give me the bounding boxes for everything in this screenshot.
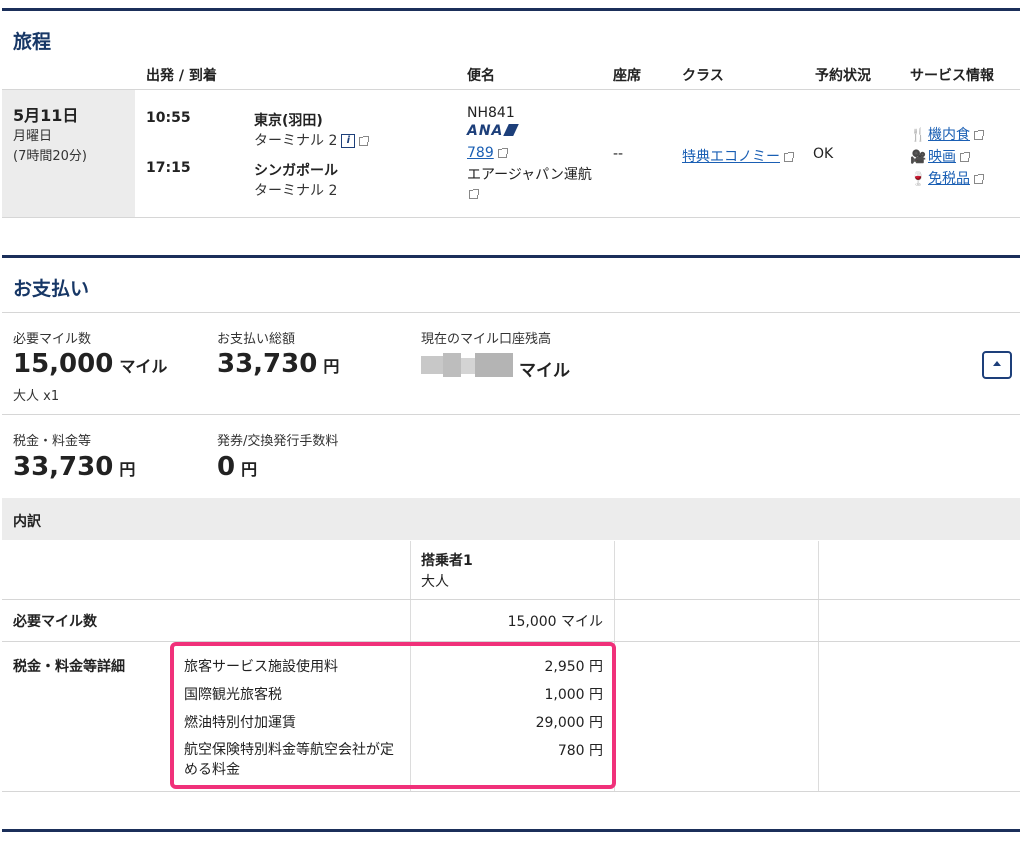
- dutyfree-link[interactable]: 免税品: [928, 171, 970, 187]
- yen-unit: 円: [323, 357, 340, 376]
- required-miles-label: 必要マイル数: [13, 332, 92, 347]
- tax-detail-label: 税金・料金等詳細: [13, 659, 125, 675]
- flight-date: 5月11日: [13, 106, 79, 125]
- payment-title: お支払い: [13, 278, 90, 300]
- arrive-time: 17:15: [146, 160, 191, 176]
- header-status: 予約状況: [815, 68, 871, 84]
- fee-label: 発券/交換発行手数料: [217, 434, 339, 449]
- aircraft-link[interactable]: 789: [467, 145, 494, 161]
- ana-logo: ANA: [467, 123, 520, 139]
- row-divider: [2, 791, 1020, 792]
- passenger-type: 大人: [421, 574, 449, 590]
- highlight-box: [170, 642, 616, 789]
- required-miles: 15,000 マイル: [13, 349, 167, 379]
- external-link-icon[interactable]: [960, 151, 970, 162]
- aircraft-row: 789: [467, 145, 508, 161]
- header-seat: 座席: [613, 68, 641, 84]
- row-divider: [2, 414, 1020, 415]
- itinerary-title: 旅程: [13, 31, 52, 53]
- header-service: サービス情報: [910, 68, 994, 84]
- operator-ext-row: [467, 186, 479, 202]
- breakdown-title: 内訳: [13, 514, 41, 530]
- external-link-icon[interactable]: [784, 151, 794, 162]
- info-icon[interactable]: i: [341, 134, 356, 148]
- depart-time: 10:55: [146, 110, 191, 126]
- balance-label: 現在のマイル口座残高: [421, 332, 552, 347]
- section-divider: [2, 255, 1020, 258]
- header-class: クラス: [682, 68, 724, 84]
- chevron-up-icon: [993, 361, 1001, 366]
- depart-city: 東京(羽田): [254, 113, 323, 129]
- fare-class-link[interactable]: 特典エコノミー: [682, 149, 780, 165]
- depart-terminal: ターミナル 2: [254, 133, 338, 149]
- header-flight: 便名: [467, 68, 495, 84]
- balance-unit: マイル: [519, 361, 570, 381]
- external-link-icon[interactable]: [497, 147, 508, 158]
- collapse-button[interactable]: [982, 351, 1012, 379]
- tax-label: 税金・料金等: [13, 434, 92, 449]
- service-meal: 🍴 機内食: [910, 124, 984, 144]
- breakdown-header: 内訳: [2, 498, 1020, 540]
- external-link-icon[interactable]: [469, 188, 479, 199]
- external-link-icon[interactable]: [359, 135, 370, 146]
- balance-blurred: [421, 353, 513, 377]
- row-divider: [2, 89, 1020, 90]
- dutyfree-icon: 🍷: [910, 172, 927, 187]
- flight-duration: (7時間20分): [13, 149, 87, 164]
- miles-row-label: 必要マイル数: [13, 614, 97, 630]
- date-cell: 5月11日 月曜日 (7時間20分): [2, 90, 135, 217]
- status-value: OK: [813, 146, 834, 162]
- tax-amount: 33,730 円: [13, 452, 135, 482]
- miles-unit: マイル: [119, 357, 168, 376]
- meal-icon: 🍴: [910, 128, 927, 143]
- section-divider: [2, 8, 1020, 11]
- seat-value: --: [613, 146, 624, 162]
- total-amount: 33,730 円: [217, 349, 339, 379]
- row-divider: [2, 599, 1020, 600]
- fare-class-row: 特典エコノミー: [682, 146, 794, 166]
- column-divider: [818, 541, 819, 791]
- arrive-city: シンガポール: [254, 163, 338, 179]
- fee-value: 0: [217, 452, 236, 482]
- passenger-count: 大人 x1: [13, 389, 60, 404]
- row-divider: [2, 312, 1020, 313]
- tax-value: 33,730: [13, 452, 114, 482]
- miles-row-value: 15,000 マイル: [507, 614, 603, 630]
- arrive-terminal: ターミナル 2: [254, 183, 338, 199]
- required-miles-value: 15,000: [13, 349, 114, 379]
- section-divider: [2, 829, 1020, 832]
- service-movie: 🎥 映画: [910, 146, 970, 166]
- movie-icon: 🎥: [910, 150, 927, 165]
- row-divider: [2, 217, 1020, 218]
- flight-weekday: 月曜日: [13, 129, 53, 144]
- total-value: 33,730: [217, 349, 318, 379]
- depart-terminal-row: ターミナル 2i: [254, 130, 370, 150]
- passenger-header: 搭乗者1: [421, 553, 473, 569]
- total-label: お支払い総額: [217, 332, 296, 347]
- operator-link[interactable]: エアージャパン運航: [467, 164, 592, 184]
- flight-number: NH841: [467, 105, 515, 121]
- external-link-icon[interactable]: [974, 173, 984, 184]
- fee-amount: 0円: [217, 452, 257, 482]
- service-dutyfree: 🍷 免税品: [910, 168, 984, 188]
- movie-link[interactable]: 映画: [928, 149, 956, 165]
- yen-unit: 円: [119, 460, 136, 479]
- meal-link[interactable]: 機内食: [928, 127, 970, 143]
- yen-unit: 円: [241, 460, 258, 479]
- external-link-icon[interactable]: [974, 129, 984, 140]
- header-depart-arrive: 出発 / 到着: [146, 68, 217, 84]
